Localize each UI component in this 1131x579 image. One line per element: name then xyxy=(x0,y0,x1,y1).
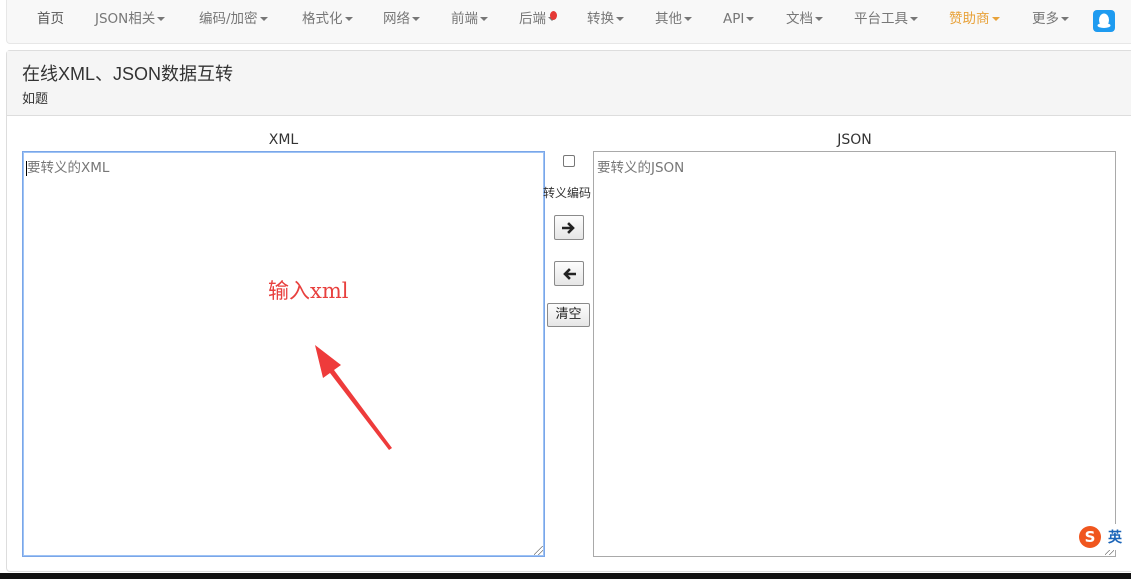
nav-home[interactable]: 首页 xyxy=(37,0,64,40)
caret-down-icon xyxy=(910,17,918,21)
nav-label: 编码/加密 xyxy=(199,11,258,27)
json-textarea[interactable]: 要转义的JSON xyxy=(593,151,1116,557)
ime-language: 英 xyxy=(1108,530,1122,546)
annotation-arrow-icon xyxy=(315,345,392,450)
nav-label: 后端 xyxy=(519,11,546,27)
nav-network[interactable]: 网络 xyxy=(383,0,420,40)
nav-label: 首页 xyxy=(37,11,64,27)
nav-convert[interactable]: 转换 xyxy=(587,0,624,40)
xml-to-json-button[interactable] xyxy=(554,215,584,240)
caret-down-icon xyxy=(344,17,353,21)
nav-label: 文档 xyxy=(786,11,813,27)
json-label: JSON xyxy=(837,132,872,148)
panel-heading: 在线XML、JSON数据互转 如题 xyxy=(7,51,1131,116)
nav-platform-tools[interactable]: 平台工具 xyxy=(854,0,918,40)
caret-down-icon xyxy=(746,17,755,21)
nav-more[interactable]: 更多 xyxy=(1032,0,1069,40)
nav-docs[interactable]: 文档 xyxy=(786,0,823,40)
xml-textarea[interactable]: 要转义的XML xyxy=(22,151,545,557)
nav-frontend[interactable]: 前端 xyxy=(451,0,488,40)
nav-label: 更多 xyxy=(1032,11,1059,27)
clear-button[interactable]: 清空 xyxy=(547,303,590,327)
caret-down-icon xyxy=(259,17,268,21)
nav-label: 格式化 xyxy=(302,11,343,27)
caret-down-icon xyxy=(157,17,166,21)
page-subtitle: 如题 xyxy=(22,92,49,107)
ime-indicator[interactable]: S 英 xyxy=(1076,524,1131,550)
nav-label: JSON相关 xyxy=(95,11,156,27)
json-to-xml-button[interactable] xyxy=(554,261,584,286)
nav-format[interactable]: 格式化 xyxy=(302,0,353,40)
caret-down-icon xyxy=(684,17,692,21)
json-placeholder: 要转义的JSON xyxy=(597,160,685,176)
nav-other[interactable]: 其他 xyxy=(655,0,692,40)
top-navbar: 首页 JSON相关 编码/加密 格式化 网络 前端 后端 转换 其他 API 文… xyxy=(6,0,1131,44)
nav-api[interactable]: API xyxy=(723,0,755,40)
xml-label: XML xyxy=(268,132,299,148)
annotation-text: 输入xml xyxy=(268,279,349,303)
nav-label: API xyxy=(723,11,745,27)
caret-down-icon xyxy=(1061,17,1069,21)
nav-label: 前端 xyxy=(451,11,478,27)
new-badge-icon xyxy=(550,11,557,20)
caret-down-icon xyxy=(991,17,1000,21)
escape-checkbox[interactable] xyxy=(563,155,575,167)
bottom-edge xyxy=(0,573,1131,579)
nav-label: 赞助商 xyxy=(949,11,990,27)
caret-down-icon xyxy=(480,17,488,21)
nav-label: 转换 xyxy=(587,11,614,27)
resize-handle-icon[interactable] xyxy=(534,546,543,555)
page-title: 在线XML、JSON数据互转 xyxy=(22,64,234,84)
nav-sponsor[interactable]: 赞助商 xyxy=(949,0,1000,40)
arrow-left-icon xyxy=(563,268,577,280)
caret-down-icon xyxy=(815,17,823,21)
nav-label: 网络 xyxy=(383,11,410,27)
arrow-right-icon xyxy=(561,222,575,234)
caret-down-icon xyxy=(616,17,624,21)
sogou-logo-icon: S xyxy=(1079,526,1101,548)
caret-down-icon xyxy=(412,17,420,21)
nav-backend[interactable]: 后端 xyxy=(519,0,557,40)
xml-placeholder: 要转义的XML xyxy=(27,160,110,176)
nav-label: 其他 xyxy=(655,11,682,27)
nav-encode[interactable]: 编码/加密 xyxy=(199,0,268,40)
nav-json[interactable]: JSON相关 xyxy=(95,0,166,40)
nav-label: 平台工具 xyxy=(854,11,908,27)
escape-label: 转义编码 xyxy=(543,186,592,200)
qq-penguin-icon[interactable] xyxy=(1093,10,1115,32)
